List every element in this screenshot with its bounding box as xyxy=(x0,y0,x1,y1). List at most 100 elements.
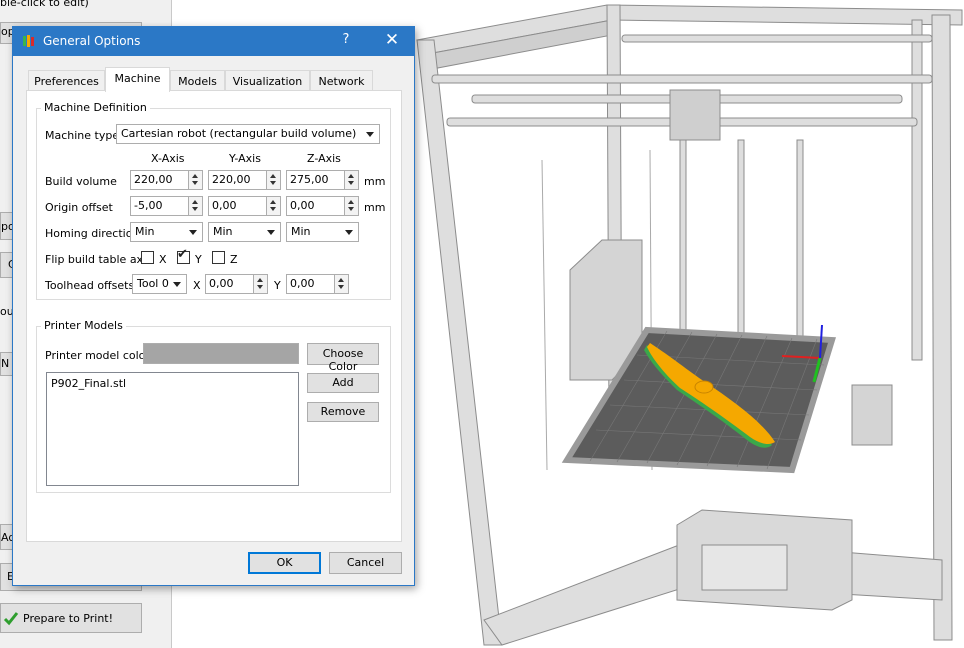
spin-down-icon xyxy=(348,207,354,211)
prepare-to-print-label: Prepare to Print! xyxy=(23,611,114,625)
printer-models-title: Printer Models xyxy=(41,319,126,332)
machine-definition-title: Machine Definition xyxy=(41,101,150,114)
tab-network[interactable]: Network xyxy=(310,70,373,91)
build-volume-y-value: 220,00 xyxy=(212,173,251,186)
origin-offset-x-input[interactable]: -5,00 xyxy=(130,196,203,216)
green-checkmark-icon xyxy=(3,612,19,626)
tab-machine[interactable]: Machine xyxy=(105,67,170,92)
origin-offset-unit: mm xyxy=(364,201,386,214)
machine-type-select[interactable]: Cartesian robot (rectangular build volum… xyxy=(116,124,380,144)
frame-post-front-right xyxy=(931,14,953,641)
spin-down-icon xyxy=(192,207,198,211)
spin-up-icon xyxy=(192,200,198,204)
remove-model-button[interactable]: Remove xyxy=(307,402,379,422)
dialog-title: General Options xyxy=(43,34,141,48)
spin-buttons[interactable] xyxy=(188,171,202,189)
build-volume-z-value: 275,00 xyxy=(290,173,329,186)
dialog-titlebar[interactable]: General Options ? ✕ xyxy=(13,27,414,56)
spin-buttons[interactable] xyxy=(344,197,358,215)
spin-up-icon xyxy=(348,200,354,204)
flip-y-checkbox[interactable]: ✔ xyxy=(177,247,190,264)
z-axis-header: Z-Axis xyxy=(307,152,341,165)
ok-button[interactable]: OK xyxy=(248,552,321,574)
printer-models-list[interactable]: P902_Final.stl xyxy=(46,372,299,486)
build-volume-y-input[interactable]: 220,00 xyxy=(208,170,281,190)
spin-buttons[interactable] xyxy=(266,197,280,215)
flip-z-label: Z xyxy=(230,253,238,266)
spin-buttons[interactable] xyxy=(344,171,358,189)
build-volume-label: Build volume xyxy=(45,175,117,188)
toolhead-x-value: 0,00 xyxy=(209,277,234,290)
origin-offset-label: Origin offset xyxy=(45,201,113,214)
build-volume-unit: mm xyxy=(364,175,386,188)
homing-y-select[interactable]: Min xyxy=(208,222,281,242)
prepare-to-print-button[interactable]: Prepare to Print! xyxy=(0,603,142,633)
homing-z-select[interactable]: Min xyxy=(286,222,359,242)
add-model-button[interactable]: Add xyxy=(307,373,379,393)
toolhead-y-input[interactable]: 0,00 xyxy=(286,274,349,294)
flip-z-checkbox[interactable] xyxy=(212,251,225,264)
machine-type-label: Machine type xyxy=(45,129,120,142)
spin-up-icon xyxy=(270,200,276,204)
toolhead-tool-value: Tool 0 xyxy=(137,277,169,290)
build-volume-x-value: 220,00 xyxy=(134,173,173,186)
flip-x-label: X xyxy=(159,253,167,266)
origin-offset-x-value: -5,00 xyxy=(134,199,163,212)
general-options-dialog: General Options ? ✕ Preferences Machine … xyxy=(12,26,415,586)
spin-up-icon xyxy=(192,174,198,178)
origin-offset-y-input[interactable]: 0,00 xyxy=(208,196,281,216)
spin-down-icon xyxy=(348,181,354,185)
chevron-down-icon xyxy=(345,230,353,235)
build-volume-x-input[interactable]: 220,00 xyxy=(130,170,203,190)
tab-models[interactable]: Models xyxy=(170,70,225,91)
flip-axis-label: Flip build table axis xyxy=(45,253,152,266)
choose-color-button[interactable]: Choose Color xyxy=(307,343,379,373)
spin-down-icon xyxy=(257,285,263,289)
flip-y-label: Y xyxy=(195,253,202,266)
toolhead-x-input[interactable]: 0,00 xyxy=(205,274,268,294)
homing-y-value: Min xyxy=(213,225,233,238)
spin-up-icon xyxy=(348,174,354,178)
flip-x-checkbox[interactable] xyxy=(141,251,154,264)
spin-down-icon xyxy=(338,285,344,289)
machine-tab-page: Machine Definition Machine type Cartesia… xyxy=(26,90,402,542)
spin-buttons[interactable] xyxy=(266,171,280,189)
help-button[interactable]: ? xyxy=(339,32,353,47)
origin-offset-y-value: 0,00 xyxy=(212,199,237,212)
spin-up-icon xyxy=(270,174,276,178)
printer-models-group: Printer Models Printer model color Choos… xyxy=(36,319,391,493)
cancel-button[interactable]: Cancel xyxy=(329,552,402,574)
spin-up-icon xyxy=(257,278,263,282)
homing-direction-label: Homing direction xyxy=(45,227,140,240)
machine-type-value: Cartesian robot (rectangular build volum… xyxy=(121,127,357,140)
build-volume-z-input[interactable]: 275,00 xyxy=(286,170,359,190)
chevron-down-icon xyxy=(366,132,374,137)
spin-down-icon xyxy=(270,181,276,185)
spin-buttons[interactable] xyxy=(188,197,202,215)
list-item[interactable]: P902_Final.stl xyxy=(51,377,126,390)
printer-model-color-label: Printer model color xyxy=(45,349,150,362)
frame-post-front-left xyxy=(416,39,503,646)
toolhead-tool-select[interactable]: Tool 0 xyxy=(132,274,187,294)
checkmark-icon: ✔ xyxy=(177,247,188,262)
machine-definition-group: Machine Definition Machine type Cartesia… xyxy=(36,101,391,300)
x-axis-header: X-Axis xyxy=(151,152,185,165)
app-logo-icon xyxy=(23,35,34,47)
spin-buttons[interactable] xyxy=(253,275,267,293)
printer-model-color-swatch xyxy=(143,343,299,364)
chevron-down-icon xyxy=(189,230,197,235)
origin-offset-z-input[interactable]: 0,00 xyxy=(286,196,359,216)
close-button[interactable]: ✕ xyxy=(381,30,403,50)
tab-preferences[interactable]: Preferences xyxy=(28,70,105,91)
tab-visualization[interactable]: Visualization xyxy=(225,70,310,91)
y-axis-header: Y-Axis xyxy=(229,152,261,165)
spin-buttons[interactable] xyxy=(334,275,348,293)
toolhead-y-label: Y xyxy=(274,279,281,292)
toolhead-x-label: X xyxy=(193,279,201,292)
hint-text: ble-click to edit) xyxy=(0,0,89,9)
toolhead-y-value: 0,00 xyxy=(290,277,315,290)
homing-x-select[interactable]: Min xyxy=(130,222,203,242)
spin-down-icon xyxy=(270,207,276,211)
origin-offset-z-value: 0,00 xyxy=(290,199,315,212)
chevron-down-icon xyxy=(173,282,181,287)
